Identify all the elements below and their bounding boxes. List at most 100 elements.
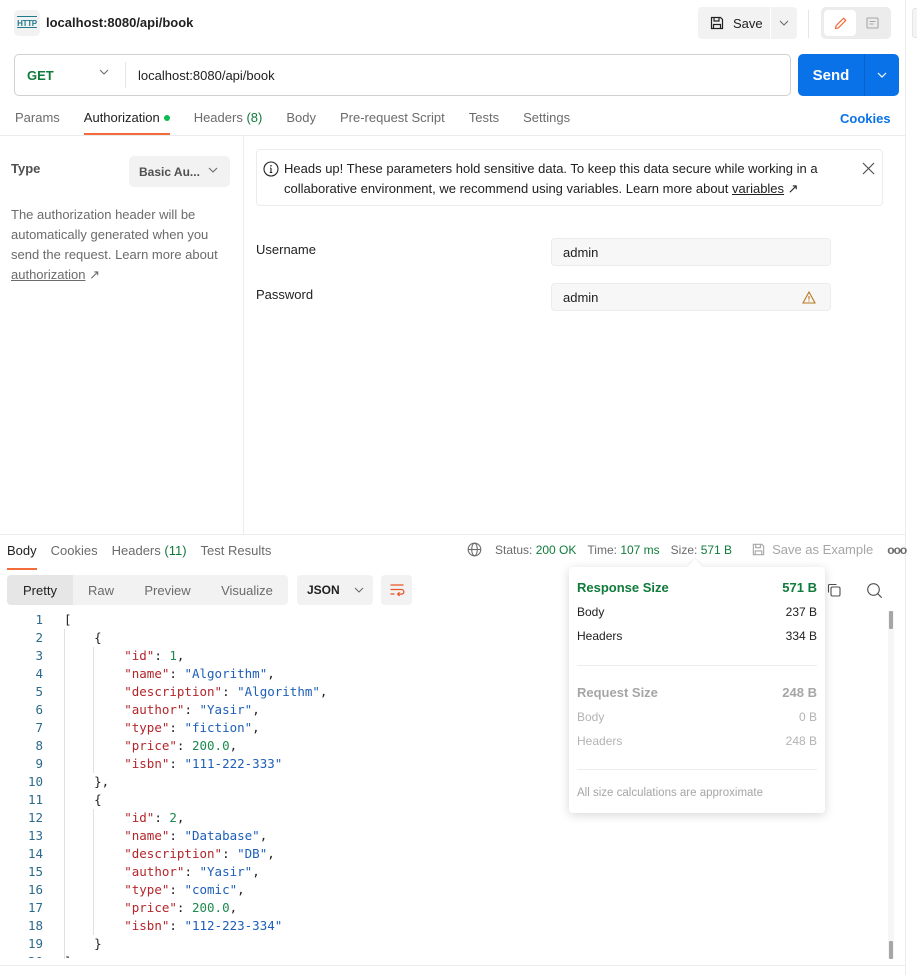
json-punct — [64, 828, 124, 843]
line-number: 1 — [35, 612, 43, 627]
variables-link[interactable]: variables — [732, 181, 784, 196]
code-text: "isbn": "112-223-334" — [43, 917, 282, 935]
auth-type-label: Type — [11, 161, 41, 176]
json-string: "Yasir" — [199, 864, 253, 879]
json-key: "isbn" — [124, 918, 170, 933]
scrollbar-thumb[interactable] — [889, 941, 893, 959]
send-button[interactable]: Send — [798, 54, 865, 96]
response-headers-size-row: Headers 334 B — [577, 629, 817, 643]
tab-label: Authorization — [83, 110, 160, 125]
view-pretty[interactable]: Pretty — [7, 575, 73, 605]
copy-icon[interactable] — [826, 582, 842, 598]
request-body-size-row: Body 0 B — [577, 710, 817, 724]
response-size-total: 571 B — [782, 580, 817, 595]
save-button[interactable]: Save — [698, 7, 770, 39]
side-panel-edge[interactable] — [912, 8, 917, 38]
json-punct: , — [319, 684, 328, 699]
json-string: "111-222-333" — [184, 756, 283, 771]
json-string: "Algorithm" — [237, 684, 320, 699]
json-punct: : — [176, 738, 192, 753]
json-punct: : — [154, 648, 170, 663]
time-indicator[interactable]: Time: 107 ms — [587, 543, 659, 557]
warning-icon[interactable] — [802, 290, 816, 304]
tab-label: Pre-request Script — [339, 110, 445, 125]
tab-pre-request-script[interactable]: Pre-request Script — [340, 110, 445, 135]
sensitive-data-banner: Heads up! These parameters hold sensitiv… — [256, 149, 883, 206]
code-text: "description": "Algorithm", — [43, 683, 327, 701]
code-text: "name": "Algorithm", — [43, 665, 275, 683]
authorization-link[interactable]: authorization — [11, 267, 85, 282]
mode-toggle[interactable] — [821, 7, 891, 39]
tab-settings[interactable]: Settings — [523, 110, 570, 135]
tab-tests[interactable]: Tests — [469, 110, 499, 135]
method-select[interactable]: GET — [15, 62, 126, 88]
tab-params[interactable]: Params — [15, 110, 60, 135]
json-punct — [64, 648, 124, 663]
view-raw[interactable]: Raw — [73, 575, 129, 605]
json-key: "price" — [124, 738, 177, 753]
json-number: 2 — [169, 810, 177, 825]
code-text: "price": 200.0, — [43, 737, 237, 755]
close-icon[interactable] — [862, 162, 875, 175]
panel-divider[interactable] — [243, 136, 244, 534]
comment-mode-button[interactable] — [856, 10, 888, 36]
json-punct: , — [176, 648, 185, 663]
tab-response-cookies[interactable]: Cookies — [51, 543, 98, 570]
edit-mode-button[interactable] — [824, 10, 856, 36]
line-number: 8 — [35, 738, 43, 753]
save-options-button[interactable] — [771, 7, 797, 39]
json-punct: { — [64, 630, 102, 645]
code-text: "id": 2, — [43, 809, 184, 827]
view-preview[interactable]: Preview — [129, 575, 206, 605]
tab-label: Body — [286, 110, 316, 125]
response-size-title: Response Size — [577, 580, 669, 595]
auth-type-select[interactable]: Basic Au... — [129, 156, 230, 187]
search-icon[interactable] — [866, 582, 883, 599]
code-text: "name": "Database", — [43, 827, 267, 845]
send-options-button[interactable] — [865, 54, 899, 96]
save-as-example-button[interactable]: Save as Example — [751, 542, 873, 557]
line-number: 16 — [27, 882, 43, 897]
status-indicator[interactable]: Status: 200 OK — [495, 543, 576, 557]
password-input[interactable] — [552, 289, 802, 305]
tab-response-headers[interactable]: Headers (11) — [112, 543, 187, 570]
tab-body[interactable]: Body — [286, 110, 316, 135]
code-text: } — [43, 935, 102, 953]
json-punct: : — [169, 918, 185, 933]
tab-label: Cookies — [50, 543, 98, 558]
panel-divider — [905, 0, 906, 975]
password-label: Password — [256, 287, 314, 302]
line-number: 18 — [27, 918, 43, 933]
json-key: "author" — [124, 702, 185, 717]
size-indicator[interactable]: Size: 571 B — [671, 543, 732, 557]
wrap-lines-button[interactable] — [381, 575, 412, 605]
pencil-icon — [834, 16, 847, 29]
divider[interactable] — [0, 534, 905, 535]
url-input[interactable] — [126, 67, 790, 83]
line-number: 12 — [27, 810, 43, 825]
json-punct — [64, 666, 124, 681]
editor-scrollbar[interactable] — [888, 611, 894, 959]
globe-icon[interactable] — [467, 542, 482, 557]
method-value: GET — [27, 67, 54, 83]
language-select[interactable]: JSON — [297, 575, 373, 605]
tab-authorization[interactable]: Authorization — [83, 110, 170, 135]
external-link-icon: ↗ — [89, 267, 100, 282]
tab-test-results[interactable]: Test Results — [201, 543, 272, 570]
password-field-wrapper — [551, 283, 831, 311]
cookies-link[interactable]: Cookies — [840, 111, 891, 126]
response-status-bar: Status: 200 OK Time: 107 ms Size: 571 B … — [467, 542, 907, 557]
url-bar: GET — [14, 54, 791, 96]
tab-response-body[interactable]: Body — [7, 543, 37, 570]
tab-headers[interactable]: Headers (8) — [194, 110, 263, 135]
scrollbar-thumb[interactable] — [889, 611, 893, 629]
view-visualize[interactable]: Visualize — [206, 575, 288, 605]
tab-count: (11) — [164, 543, 187, 558]
json-punct: , — [267, 666, 275, 681]
more-options-icon[interactable]: ooo — [887, 543, 907, 557]
response-body-size: 237 B — [785, 605, 817, 619]
code-text: "price": 200.0, — [43, 899, 237, 917]
username-input[interactable] — [552, 244, 830, 260]
line-number: 3 — [35, 648, 43, 663]
request-title[interactable]: localhost:8080/api/book — [46, 15, 193, 30]
